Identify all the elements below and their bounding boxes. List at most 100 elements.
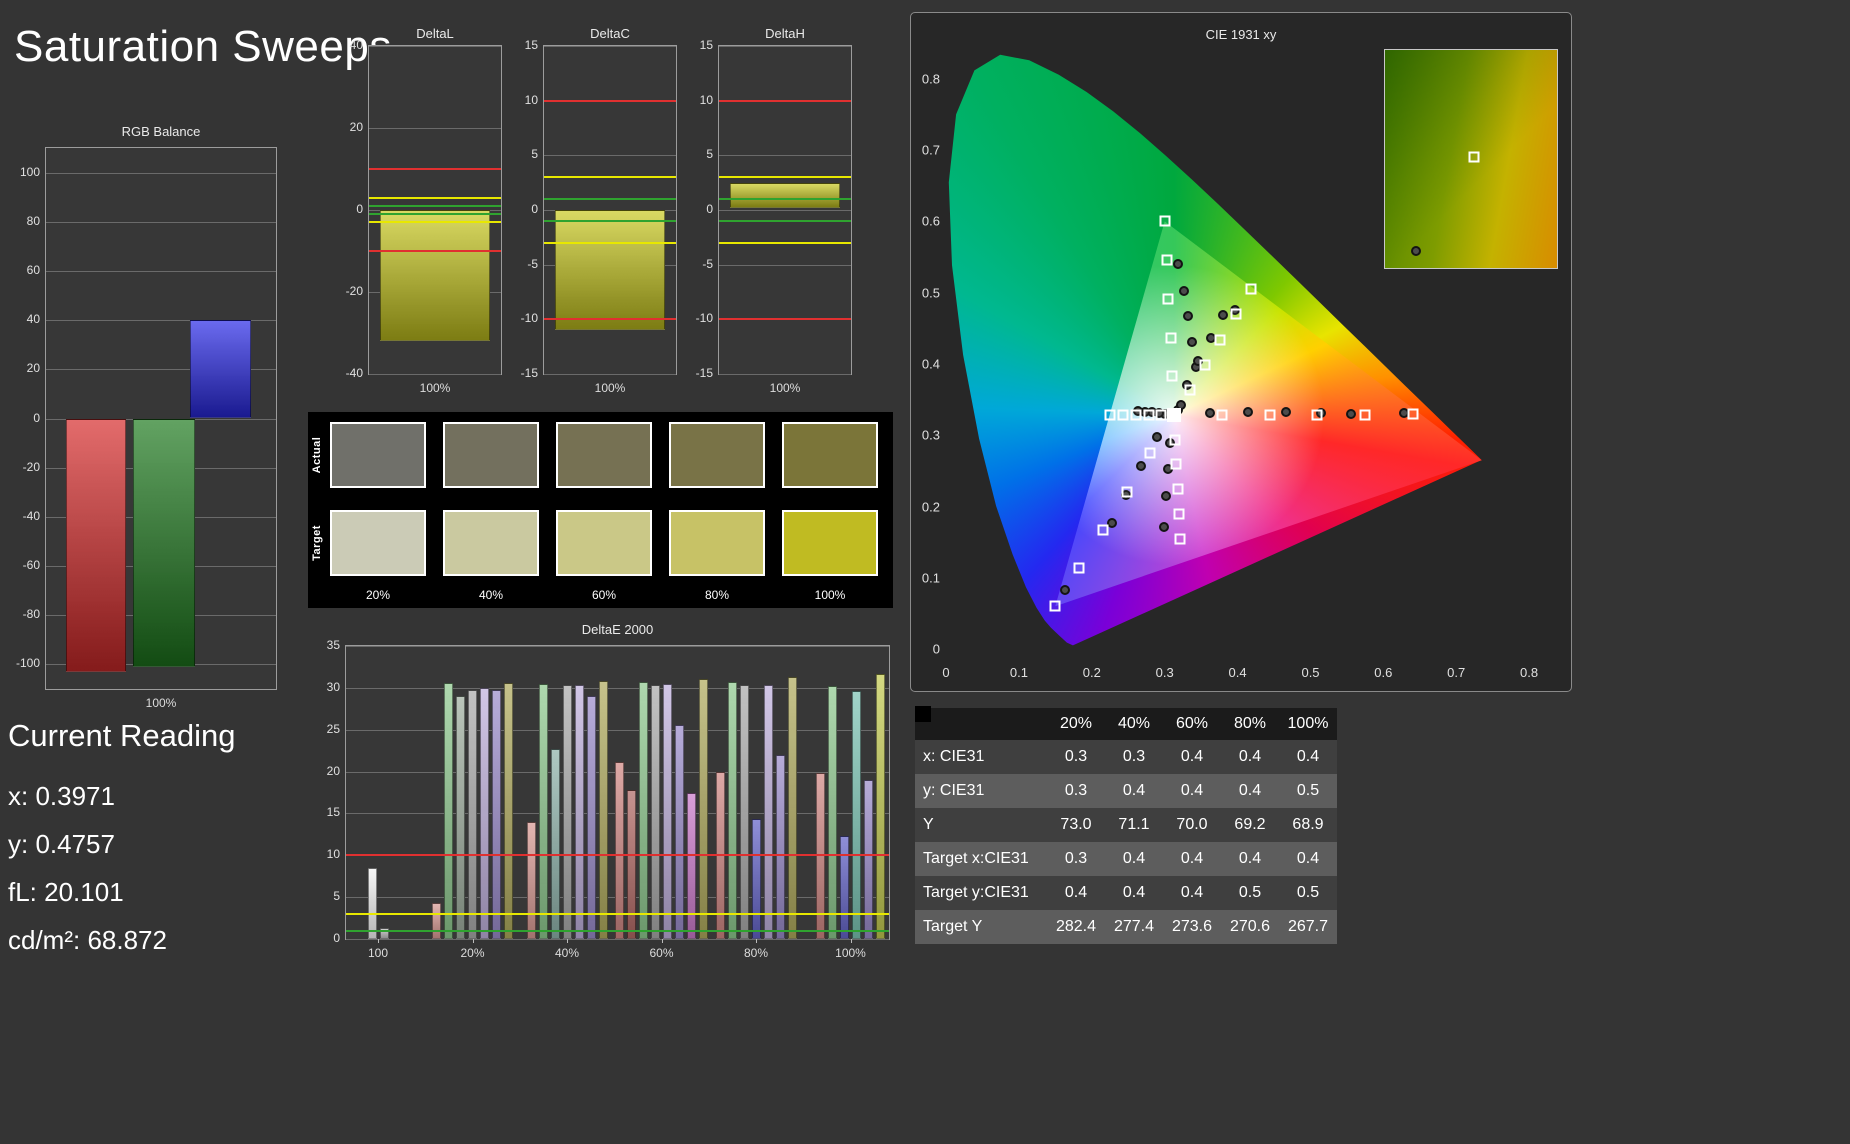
- axis-tick-label: -100: [15, 656, 40, 671]
- table-corner: [915, 706, 931, 722]
- ref-line: [719, 198, 851, 201]
- table-cell: 0.3: [1105, 740, 1163, 774]
- axis-tick-label: 20: [26, 361, 40, 376]
- ref-line: [369, 168, 501, 170]
- table-cell: 0.5: [1221, 876, 1279, 910]
- ref-line: [719, 99, 851, 102]
- axis-tick-label: -20: [345, 284, 363, 298]
- swatch-row-label: Target: [311, 525, 323, 561]
- axis-tick-label: 40: [349, 38, 363, 52]
- rgb-balance-xlabel: 100%: [145, 696, 177, 710]
- bar-blue: [189, 320, 251, 419]
- axis-tick-label: -80: [22, 607, 40, 622]
- axis-tick-label: 0.5: [1301, 665, 1320, 680]
- axis-tick: [661, 939, 663, 943]
- target-point: [1073, 562, 1085, 574]
- target-point: [1245, 283, 1257, 295]
- actual-swatch: [330, 422, 426, 488]
- table-cell: 71.1: [1105, 808, 1163, 842]
- delta-e-plot: 0 5 10 15 20 25 30 35 100 20% 40% 60% 80% 100%: [327, 638, 890, 960]
- axis-tick-label: 0.5: [921, 285, 940, 301]
- axis-tick: [567, 939, 568, 943]
- bar-deltaH: [729, 182, 841, 208]
- axis-tick-label: 0: [942, 665, 950, 680]
- table-cell: 0.4: [1163, 876, 1221, 910]
- table-cell: 270.6: [1221, 910, 1279, 944]
- delta-e-bar: [444, 682, 453, 939]
- target-point: [1097, 524, 1109, 536]
- measured-point: [1204, 408, 1215, 419]
- ref-line: [544, 176, 676, 179]
- axis-tick-label: -5: [527, 256, 538, 271]
- actual-swatch: [556, 422, 652, 488]
- axis-tick: [472, 939, 474, 943]
- axis-tick-label: -15: [695, 366, 713, 380]
- gridline: [544, 46, 676, 47]
- measured-point: [1242, 407, 1253, 418]
- axis-tick-label: -10: [520, 311, 538, 326]
- delta-e-bar: [598, 681, 608, 939]
- axis-tick-label: 0.7: [1447, 665, 1466, 680]
- group-label: 60%: [649, 946, 674, 960]
- bar-green: [133, 418, 196, 667]
- delta-e-bar: [828, 686, 837, 939]
- results-table-grid: 20% 40% 60% 80% 100% x: CIE31 0.3 0.3 0.4 0.4 0.4 y…: [915, 708, 1337, 944]
- delta-h-xlabel: 100%: [769, 381, 801, 395]
- measured-point: [1136, 460, 1147, 471]
- target-point: [1214, 334, 1226, 346]
- delta-e-bar: [367, 867, 377, 939]
- gridline: [719, 264, 851, 266]
- axis-tick-label: 0: [356, 202, 363, 216]
- table-cell: 0.4: [1105, 774, 1163, 808]
- delta-e-bar: [787, 677, 797, 939]
- delta-e-bar: [687, 792, 696, 939]
- table-cell: 0.5: [1279, 774, 1337, 808]
- axis-tick-label: 0.3: [1155, 665, 1174, 680]
- current-reading-cdm2: cd/m²: 68.872: [8, 925, 167, 955]
- group-label: 40%: [554, 946, 580, 960]
- delta-c-title: DeltaC: [590, 26, 630, 41]
- gridline: [719, 374, 851, 375]
- axis-tick-label: -15: [520, 366, 538, 380]
- axis-tick-label: 0: [706, 202, 713, 216]
- target-point: [1230, 308, 1242, 320]
- delta-e-bar: [432, 903, 441, 939]
- axis-tick-label: 100: [19, 164, 40, 179]
- table-header-cell: [915, 708, 1047, 740]
- target-swatch: [669, 510, 765, 576]
- axis-tick-label: 0.6: [1374, 665, 1393, 680]
- target-point: [1173, 508, 1184, 520]
- target-point: [1407, 408, 1418, 420]
- axis-tick-label: 35: [326, 638, 340, 652]
- measured-point: [1172, 259, 1183, 270]
- table-row-label: Target y:CIE31: [915, 876, 1047, 910]
- table-cell: 0.3: [1047, 740, 1105, 774]
- gridline: [369, 128, 501, 129]
- table-header-cell: 40%: [1105, 708, 1163, 740]
- gridline: [719, 155, 851, 157]
- axis-tick-label: 30: [326, 679, 340, 694]
- table-cell: 68.9: [1279, 808, 1337, 842]
- target-swatch: [443, 510, 539, 576]
- gridline: [369, 374, 501, 375]
- target-point: [1184, 384, 1195, 396]
- group-label: 100: [367, 946, 389, 960]
- delta-l-plot: -40 -20 0 20 40: [346, 38, 502, 380]
- axis-tick-label: 0.6: [921, 213, 940, 229]
- current-reading-y: y: 0.4757: [8, 829, 115, 859]
- ref-line: [369, 204, 501, 207]
- gridline: [544, 374, 676, 375]
- table-cell: 70.0: [1163, 808, 1221, 842]
- target-swatch: [556, 510, 652, 576]
- measured-point: [1183, 310, 1193, 321]
- actual-swatch: [669, 422, 765, 488]
- table-header-cell: 100%: [1279, 708, 1337, 740]
- delta-e-bar: [504, 682, 513, 939]
- current-reading: Current Reading x: 0.3971 y: 0.4757 fL: …: [8, 718, 328, 964]
- ref-line: [346, 854, 889, 857]
- cie-zoom-inset: [1384, 49, 1558, 269]
- current-reading-fl: fL: 20.101: [8, 877, 124, 907]
- inset-target-point: [1468, 151, 1480, 163]
- current-reading-heading: Current Reading: [8, 718, 236, 753]
- axis-tick-label: 0.1: [1009, 665, 1028, 680]
